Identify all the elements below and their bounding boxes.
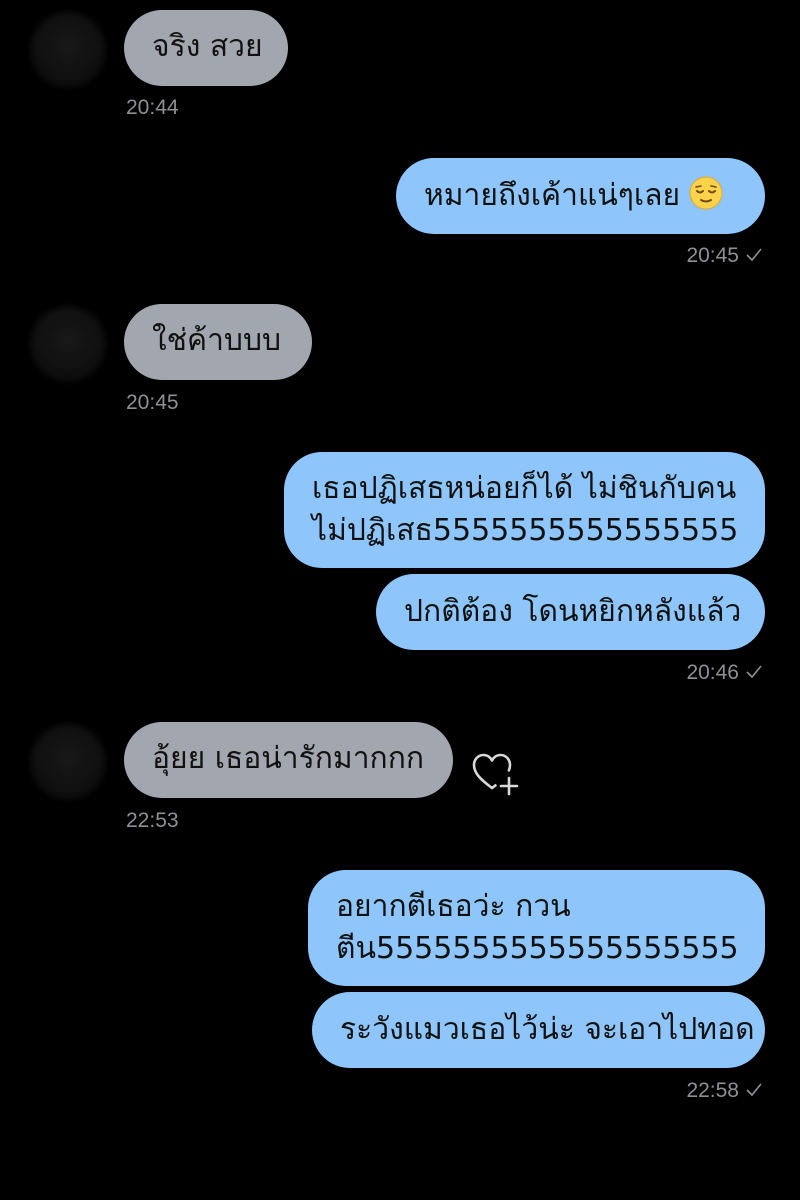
message-timestamp-group: 22:58 [686, 1079, 763, 1103]
message-text: ระวังแมวเธอไว้น่ะ จะเอาไปทอด [340, 1012, 755, 1047]
outgoing-message-bubble[interactable]: ปกติต้อง โดนหยิกหลังแล้ว [376, 574, 765, 650]
contact-avatar[interactable] [30, 306, 106, 382]
incoming-message-bubble[interactable]: จริง สวย [124, 10, 288, 86]
heart-plus-icon[interactable] [470, 748, 522, 800]
contact-avatar[interactable] [30, 724, 106, 800]
message-timestamp: 20:46 [686, 661, 739, 684]
message-text: อุ้ยย เธอน่ารักมากกก [152, 741, 425, 776]
message-timestamp: 20:45 [686, 244, 739, 267]
message-timestamp: 20:44 [126, 96, 179, 119]
message-text: หมายถึงเค้าแน่ๆเลย [424, 178, 681, 213]
message-text: ใช่ค้าบบบ [152, 323, 282, 358]
message-timestamp: 22:58 [686, 1079, 739, 1102]
outgoing-message-bubble[interactable]: เธอปฏิเสธหน่อยก็ได้ ไม่ชินกับคน ไม่ปฏิเส… [284, 452, 765, 568]
message-timestamp: 22:53 [126, 809, 179, 832]
outgoing-message-bubble[interactable]: ระวังแมวเธอไว้น่ะ จะเอาไปทอด [312, 992, 765, 1068]
relieved-face-icon [689, 176, 723, 210]
contact-avatar[interactable] [30, 12, 106, 88]
message-timestamp-group: 20:46 [686, 661, 763, 685]
message-text-line: อยากตีเธอว่ะ กวน [336, 889, 571, 924]
check-icon [746, 1083, 762, 1097]
message-timestamp-group: 20:45 [686, 244, 763, 268]
message-text-line: ตีน5555555555555555555 [336, 931, 739, 966]
message-timestamp: 20:45 [126, 391, 179, 414]
message-text: จริง สวย [152, 29, 263, 64]
check-icon [746, 248, 762, 262]
outgoing-message-bubble[interactable]: อยากตีเธอว่ะ กวน ตีน5555555555555555555 [308, 870, 765, 986]
message-text: ปกติต้อง โดนหยิกหลังแล้ว [404, 594, 742, 629]
outgoing-message-bubble[interactable]: หมายถึงเค้าแน่ๆเลย [396, 158, 765, 234]
check-icon [746, 665, 762, 679]
message-text-line: ไม่ปฏิเสธ5555555555555555 [312, 513, 739, 548]
incoming-message-bubble[interactable]: อุ้ยย เธอน่ารักมากกก [124, 722, 453, 798]
incoming-message-bubble[interactable]: ใช่ค้าบบบ [124, 304, 312, 380]
message-text-line: เธอปฏิเสธหน่อยก็ได้ ไม่ชินกับคน [312, 471, 737, 506]
